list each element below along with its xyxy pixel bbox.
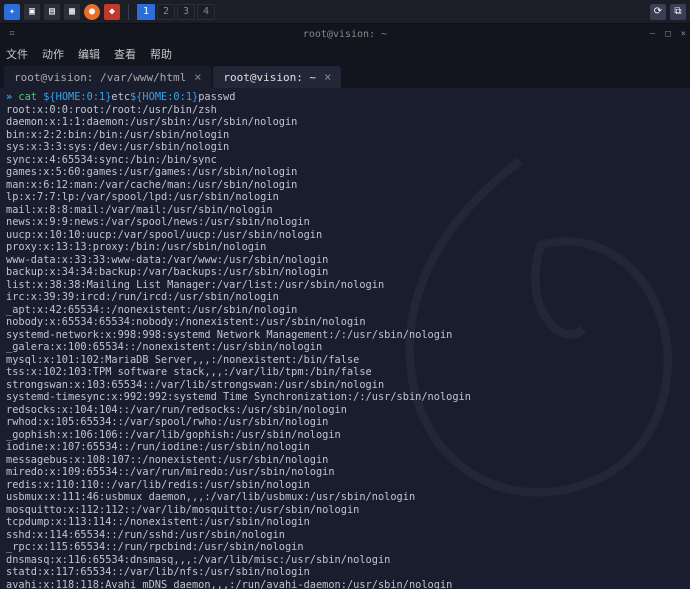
window-controls: – □ ✕ [650, 29, 686, 39]
tray-icon-1[interactable]: ⟳ [650, 4, 666, 20]
tab-close-icon[interactable]: × [324, 70, 331, 84]
editor-launcher-icon[interactable]: ▦ [64, 4, 80, 20]
tab-label: root@vision: ~ [223, 71, 316, 84]
taskbar-tray: ⟳ ⧉ [650, 4, 686, 20]
workspace-3[interactable]: 3 [177, 4, 195, 20]
prompt-cmd: cat [18, 91, 37, 103]
workspace-2[interactable]: 2 [157, 4, 175, 20]
tab-0[interactable]: root@vision: /var/www/html × [4, 66, 211, 88]
prompt-var1: ${HOME:0:1} [43, 91, 111, 103]
tray-icon-2[interactable]: ⧉ [670, 4, 686, 20]
menu-actions[interactable]: 动作 [42, 46, 64, 62]
firefox-launcher-icon[interactable]: ● [84, 4, 100, 20]
terminal-tabs: root@vision: /var/www/html × root@vision… [0, 64, 690, 88]
workspace-4[interactable]: 4 [197, 4, 215, 20]
terminal-output[interactable]: » cat ${HOME:0:1}etc${HOME:0:1}passwd ro… [0, 88, 690, 589]
prompt-var2: ${HOME:0:1} [130, 91, 198, 103]
app-launcher-icon[interactable]: ◆ [104, 4, 120, 20]
menu-view[interactable]: 查看 [114, 46, 136, 62]
window-titlebar[interactable]: ⌗ root@vision: ~ – □ ✕ [0, 24, 690, 44]
tab-label: root@vision: /var/www/html [14, 71, 186, 84]
workspace-switcher: 1 2 3 4 [137, 4, 215, 20]
menu-edit[interactable]: 编辑 [78, 46, 100, 62]
window-close-icon[interactable]: ✕ [681, 29, 686, 39]
filemanager-launcher-icon[interactable]: ▤ [44, 4, 60, 20]
tab-1[interactable]: root@vision: ~ × [213, 66, 341, 88]
prompt-mid: etc [111, 91, 130, 103]
taskbar-separator [128, 4, 129, 20]
menu-file[interactable]: 文件 [6, 46, 28, 62]
taskbar: ✦ ▣ ▤ ▦ ● ◆ 1 2 3 4 ⟳ ⧉ [0, 0, 690, 24]
window-title: root@vision: ~ [303, 29, 387, 40]
window-maximize-icon[interactable]: □ [665, 29, 670, 39]
menubar: 文件 动作 编辑 查看 帮助 [0, 44, 690, 64]
kali-menu-icon[interactable]: ✦ [4, 4, 20, 20]
menu-help[interactable]: 帮助 [150, 46, 172, 62]
terminal-lines: root:x:0:0:root:/root:/usr/bin/zsh daemo… [6, 104, 533, 589]
tab-close-icon[interactable]: × [194, 70, 201, 84]
terminal-launcher-icon[interactable]: ▣ [24, 4, 40, 20]
prompt-symbol: » [6, 91, 18, 103]
workspace-1[interactable]: 1 [137, 4, 155, 20]
prompt-tail: passwd [198, 91, 235, 103]
terminal-titlebar-icon: ⌗ [6, 28, 18, 40]
window-minimize-icon[interactable]: – [650, 29, 655, 39]
